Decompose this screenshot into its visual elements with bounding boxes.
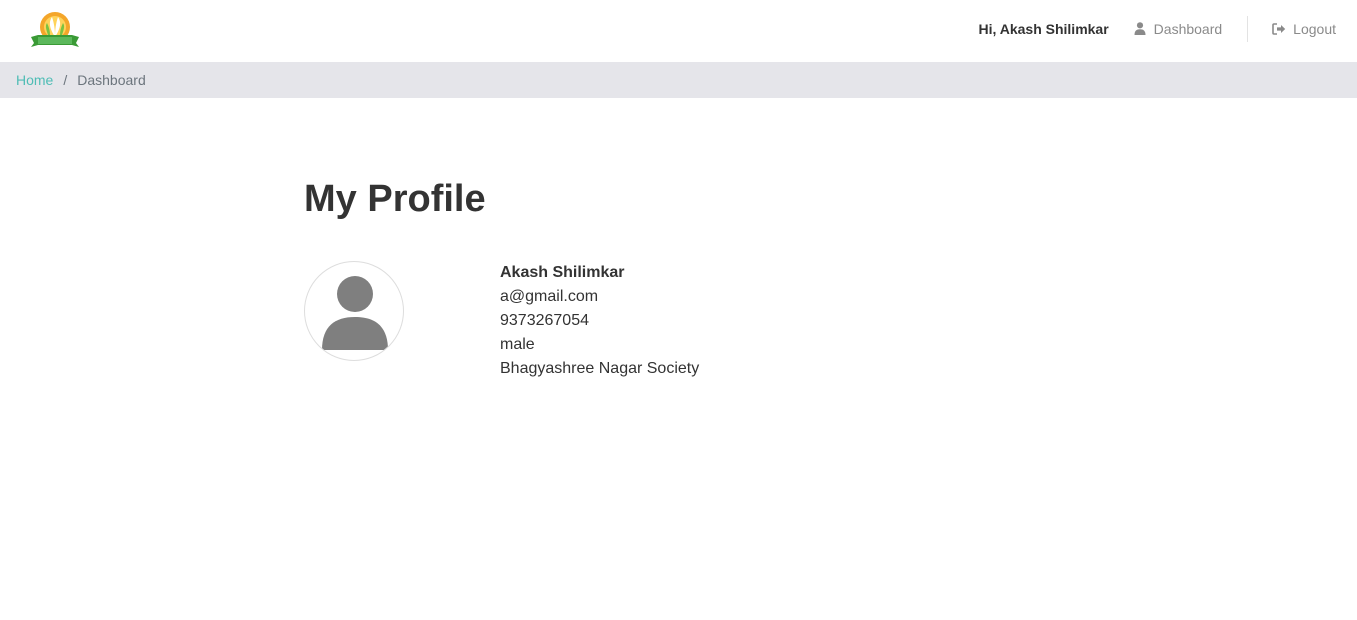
profile-phone: 9373267054 (500, 312, 589, 329)
breadcrumb-separator: / (63, 72, 68, 88)
sign-out-icon (1272, 22, 1286, 36)
logout-link[interactable]: Logout (1272, 21, 1336, 37)
breadcrumb-current: Dashboard (77, 72, 146, 88)
profile-address: Bhagyashree Nagar Society (500, 360, 700, 377)
profile-name: Akash Shilimkar (500, 264, 625, 281)
profile-email: a@gmail.com (500, 288, 599, 305)
user-nav: Hi, Akash Shilimkar Dashboard Logout (978, 0, 1336, 57)
brand-logo-icon[interactable] (28, 9, 82, 49)
logout-link-label: Logout (1293, 20, 1336, 37)
top-navbar: Hi, Akash Shilimkar Dashboard Logout (0, 0, 1357, 62)
user-silhouette-icon (304, 261, 404, 361)
dashboard-link-label: Dashboard (1153, 20, 1223, 37)
user-icon (1133, 22, 1147, 36)
profile-gender: male (500, 336, 535, 353)
page-title: My Profile (304, 178, 486, 220)
user-greeting: Hi, Akash Shilimkar (978, 20, 1109, 37)
nav-divider (1247, 15, 1249, 42)
profile-details: Akash Shilimkar a@gmail.com 9373267054 m… (500, 261, 699, 381)
dashboard-link[interactable]: Dashboard (1133, 20, 1223, 37)
breadcrumb: Home / Dashboard (0, 62, 1357, 98)
breadcrumb-home-link[interactable]: Home (16, 72, 53, 88)
